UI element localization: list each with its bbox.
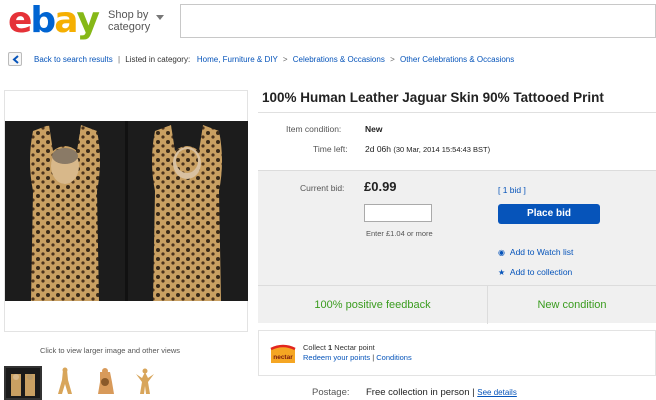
logo-letter-b: b [30, 0, 56, 41]
bid-amount-input[interactable] [364, 204, 432, 222]
breadcrumb-separator: > [282, 55, 288, 64]
breadcrumb: Back to search results | Listed in categ… [0, 46, 656, 72]
thumbnail[interactable] [4, 366, 42, 400]
nectar-info: Collect 1 Nectar point Redeem your point… [303, 343, 412, 363]
bid-panel: Current bid: £0.99 [ 1 bid ] Place bid E… [258, 170, 656, 324]
item-condition-highlight: New condition [537, 299, 607, 311]
shop-by-label: Shop by [108, 9, 149, 21]
postage-label: Postage: [312, 387, 350, 398]
condition-label: Item condition: [286, 124, 342, 134]
item-title: 100% Human Leather Jaguar Skin 90% Tatto… [262, 90, 604, 105]
thumbnail-image [6, 368, 40, 398]
nectar-logo: nectar [269, 343, 297, 365]
eye-icon: ◉ [498, 248, 505, 257]
breadcrumb-item[interactable]: Home, Furniture & DIY [197, 55, 278, 64]
logo-letter-a: a [54, 0, 78, 41]
thumbnail-image [98, 368, 114, 394]
back-button[interactable] [8, 52, 22, 66]
collection-label: Add to collection [509, 267, 573, 277]
breadcrumb-item[interactable]: Celebrations & Occasions [293, 55, 385, 64]
current-bid-label: Current bid: [300, 183, 345, 193]
nectar-collect-suffix: Nectar point [332, 343, 375, 352]
thumbnail[interactable] [48, 366, 86, 400]
click-to-enlarge-hint: Click to view larger image and other vie… [40, 346, 181, 355]
watch-list-label: Add to Watch list [509, 247, 574, 257]
shop-by-category-button[interactable]: Shop by category [108, 9, 164, 33]
time-left-value: 2d 06h [365, 144, 391, 154]
postage-info: Free collection in person | See details [366, 387, 517, 398]
minimum-bid-hint: Enter £1.04 or more [366, 229, 433, 238]
condition-value: New [365, 124, 383, 134]
ebay-logo[interactable]: ebay [8, 0, 101, 42]
positive-feedback: 100% positive feedback [314, 299, 431, 311]
divider [258, 112, 656, 113]
nectar-logo-text: nectar [273, 354, 293, 361]
category-label: category [108, 21, 151, 33]
logo-letter-y: y [76, 0, 101, 41]
see-details-link[interactable]: See details [477, 388, 517, 397]
logo-letter-e: e [8, 0, 32, 41]
chevron-left-icon [12, 55, 19, 64]
add-to-watch-list-link[interactable]: ◉ Add to Watch list [498, 247, 573, 257]
conditions-link[interactable]: Conditions [376, 353, 411, 362]
thumbnail-image [136, 368, 154, 394]
thumbnail[interactable] [88, 366, 126, 400]
current-bid-price: £0.99 [364, 179, 397, 194]
header: ebay Shop by category [0, 0, 656, 46]
postage-value: Free collection in person [366, 387, 470, 398]
bid-count-link[interactable]: [ 1 bid ] [498, 185, 526, 195]
nectar-divider: | [372, 353, 375, 362]
place-bid-button[interactable]: Place bid [498, 204, 600, 224]
listed-in-label: Listed in category: [125, 55, 191, 64]
main-product-image[interactable] [5, 121, 248, 301]
chevron-down-icon [156, 15, 164, 20]
image-panel [4, 90, 248, 332]
star-icon: ★ [498, 268, 506, 277]
search-input[interactable] [180, 4, 656, 38]
add-to-collection-link[interactable]: ★ Add to collection [498, 267, 572, 277]
back-to-search-link[interactable]: Back to search results [34, 55, 113, 64]
breadcrumb-divider: | [117, 55, 121, 64]
end-time: (30 Mar, 2014 15:54:43 BST) [393, 145, 491, 154]
nectar-collect-prefix: Collect [303, 343, 329, 352]
time-left-label: Time left: [313, 144, 348, 154]
nectar-logo-image: nectar [270, 344, 296, 363]
product-photo [5, 121, 248, 301]
breadcrumb-item[interactable]: Other Celebrations & Occasions [400, 55, 514, 64]
redeem-points-link[interactable]: Redeem your points [303, 353, 370, 362]
nectar-panel: nectar Collect 1 Nectar point Redeem you… [258, 330, 656, 376]
postage-divider: | [472, 387, 475, 398]
thumbnail[interactable] [128, 366, 166, 400]
breadcrumb-separator: > [390, 55, 395, 64]
thumbnail-image [58, 367, 72, 394]
seller-highlights: 100% positive feedback New condition [258, 285, 656, 324]
